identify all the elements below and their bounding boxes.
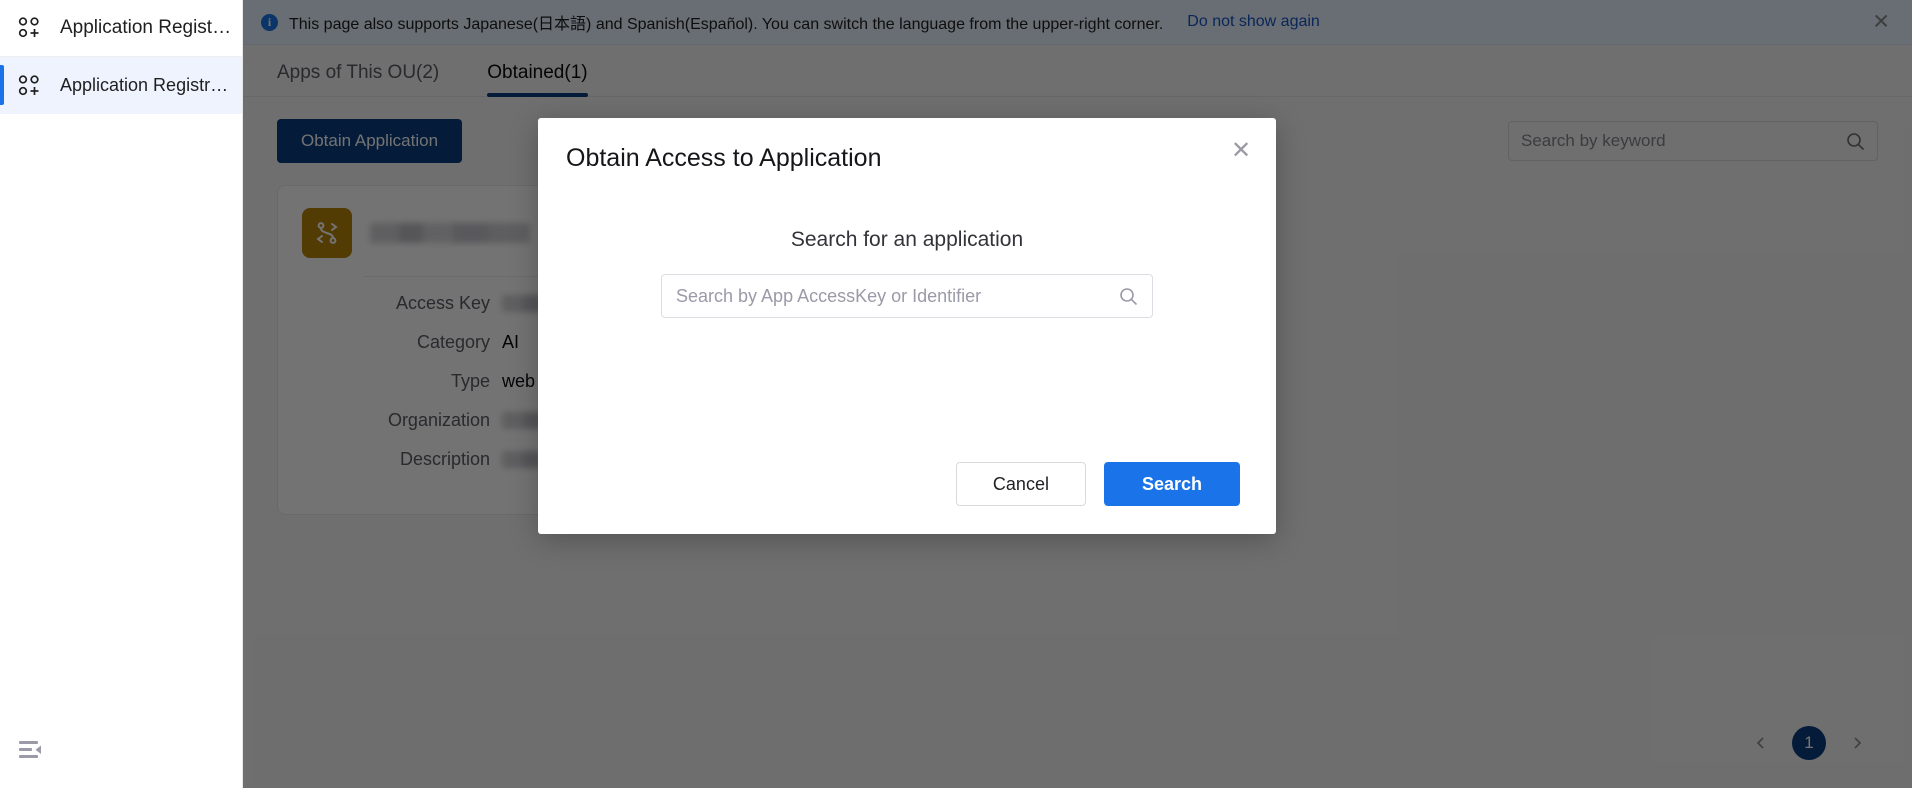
sidebar-header-label: Application Regist… (60, 17, 231, 39)
obtain-access-dialog: Obtain Access to Application ✕ Search fo… (538, 118, 1276, 534)
close-icon[interactable]: ✕ (1228, 138, 1254, 164)
dialog-subtitle: Search for an application (538, 228, 1276, 252)
menu-fold-icon[interactable] (18, 738, 46, 762)
apps-add-icon (16, 15, 42, 41)
dialog-footer: Cancel Search (956, 462, 1240, 506)
sidebar: Application Regist… Application Registra… (0, 0, 243, 788)
app-search-placeholder: Search by App AccessKey or Identifier (676, 286, 981, 307)
app-search-input[interactable]: Search by App AccessKey or Identifier (661, 274, 1153, 318)
dialog-title: Obtain Access to Application (566, 144, 881, 173)
sidebar-item-application-registration[interactable]: Application Registra… (0, 57, 242, 114)
search-icon (1119, 287, 1138, 311)
app-root: Application Regist… Application Registra… (0, 0, 1912, 788)
search-button[interactable]: Search (1104, 462, 1240, 506)
cancel-button[interactable]: Cancel (956, 462, 1086, 506)
dialog-body: Search for an application Search by App … (538, 228, 1276, 318)
apps-add-icon (16, 73, 42, 99)
sidebar-header-application-registration[interactable]: Application Regist… (0, 0, 242, 57)
sidebar-item-label: Application Registra… (60, 75, 232, 96)
